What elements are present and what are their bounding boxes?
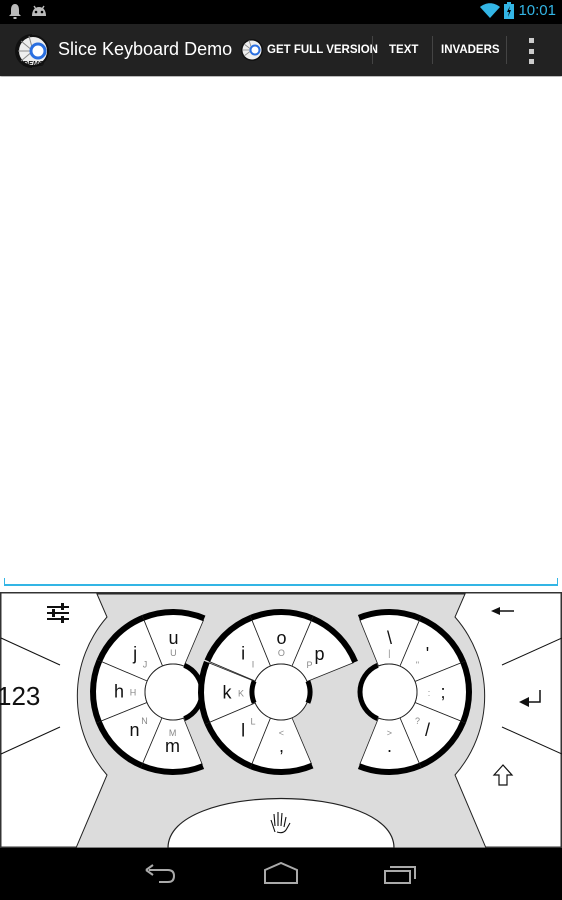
key-alt-label: H: [130, 688, 137, 698]
key-alt-label: ?: [415, 716, 420, 726]
key-alt-label: >: [387, 728, 392, 738]
key-alt-label: J: [143, 659, 148, 669]
key-main-label: ;: [440, 682, 445, 702]
slice-logo-icon: [241, 39, 263, 61]
invaders-button[interactable]: INVADERS: [441, 24, 500, 76]
svg-text:DEMO: DEMO: [23, 61, 45, 68]
text-button-label: TEXT: [389, 44, 419, 56]
ring-inner-border: [249, 680, 257, 704]
ring-center[interactable]: [252, 663, 310, 721]
back-icon[interactable]: [143, 862, 179, 886]
key-alt-label: P: [307, 660, 313, 670]
slice-keyboard: 123 uUjJh Hn NmMiIoO pPk Kl L,< \| ' ";: /?.>: [0, 592, 562, 848]
text-button[interactable]: TEXT: [389, 24, 418, 76]
app-logo-icon[interactable]: DEMO: [15, 31, 49, 71]
key-main-label: n: [129, 720, 139, 740]
android-icon: [32, 5, 46, 16]
key-alt-label: :: [428, 688, 431, 698]
key-main-label: \: [387, 628, 392, 648]
key-alt-label: I: [252, 659, 255, 669]
key-main-label: ,: [279, 736, 284, 756]
key-alt-label: L: [250, 717, 255, 727]
key-main-label: o: [276, 628, 286, 648]
action-bar: DEMO Slice Keyboard Demo GET FULL VERSIO…: [0, 24, 562, 76]
text-editor-area[interactable]: [0, 77, 562, 585]
key-alt-label: M: [169, 728, 177, 738]
app-title: Slice Keyboard Demo: [58, 39, 233, 59]
key-main-label: i: [241, 643, 245, 663]
key-main-label: u: [168, 628, 178, 648]
settings-sliders-icon: [47, 603, 69, 623]
key-alt-label: N: [141, 716, 148, 726]
key-main-label: ': [426, 644, 429, 664]
key-alt-label: <: [279, 728, 284, 738]
key-main-label: l: [241, 721, 245, 741]
key-main-label: /: [425, 720, 430, 740]
action-divider: [372, 36, 373, 64]
key-main-label: m: [165, 736, 180, 756]
text-field-underline: [4, 578, 558, 586]
get-full-version-label: GET FULL VERSION: [267, 44, 378, 56]
battery-charging-icon: [504, 2, 515, 19]
key-main-label: .: [387, 736, 392, 756]
key-main-label: k: [223, 682, 233, 702]
notification-bell-icon: [9, 4, 21, 19]
action-divider: [506, 36, 507, 64]
navigation-bar: [0, 848, 562, 900]
status-clock: 10:01: [518, 2, 556, 19]
key-main-label: p: [315, 644, 325, 664]
get-full-version-button[interactable]: GET FULL VERSION: [241, 24, 378, 76]
ring-inner-border: [305, 680, 313, 704]
key-alt-label: U: [170, 648, 177, 658]
action-divider: [432, 36, 433, 64]
wifi-icon: [480, 2, 501, 18]
invaders-button-label: INVADERS: [441, 44, 500, 56]
key-alt-label: O: [278, 648, 285, 658]
key-main-label: j: [132, 643, 137, 663]
overflow-menu-icon[interactable]: [524, 38, 538, 64]
key-main-label: h: [114, 682, 124, 702]
key-alt-label: K: [238, 688, 244, 698]
key-alt-label: |: [388, 648, 390, 658]
home-icon[interactable]: [263, 862, 299, 886]
recent-apps-icon[interactable]: [382, 862, 418, 886]
key-alt-label: ": [416, 660, 419, 670]
numbers-key[interactable]: 123: [0, 681, 40, 711]
status-bar: 10:01: [0, 0, 562, 24]
